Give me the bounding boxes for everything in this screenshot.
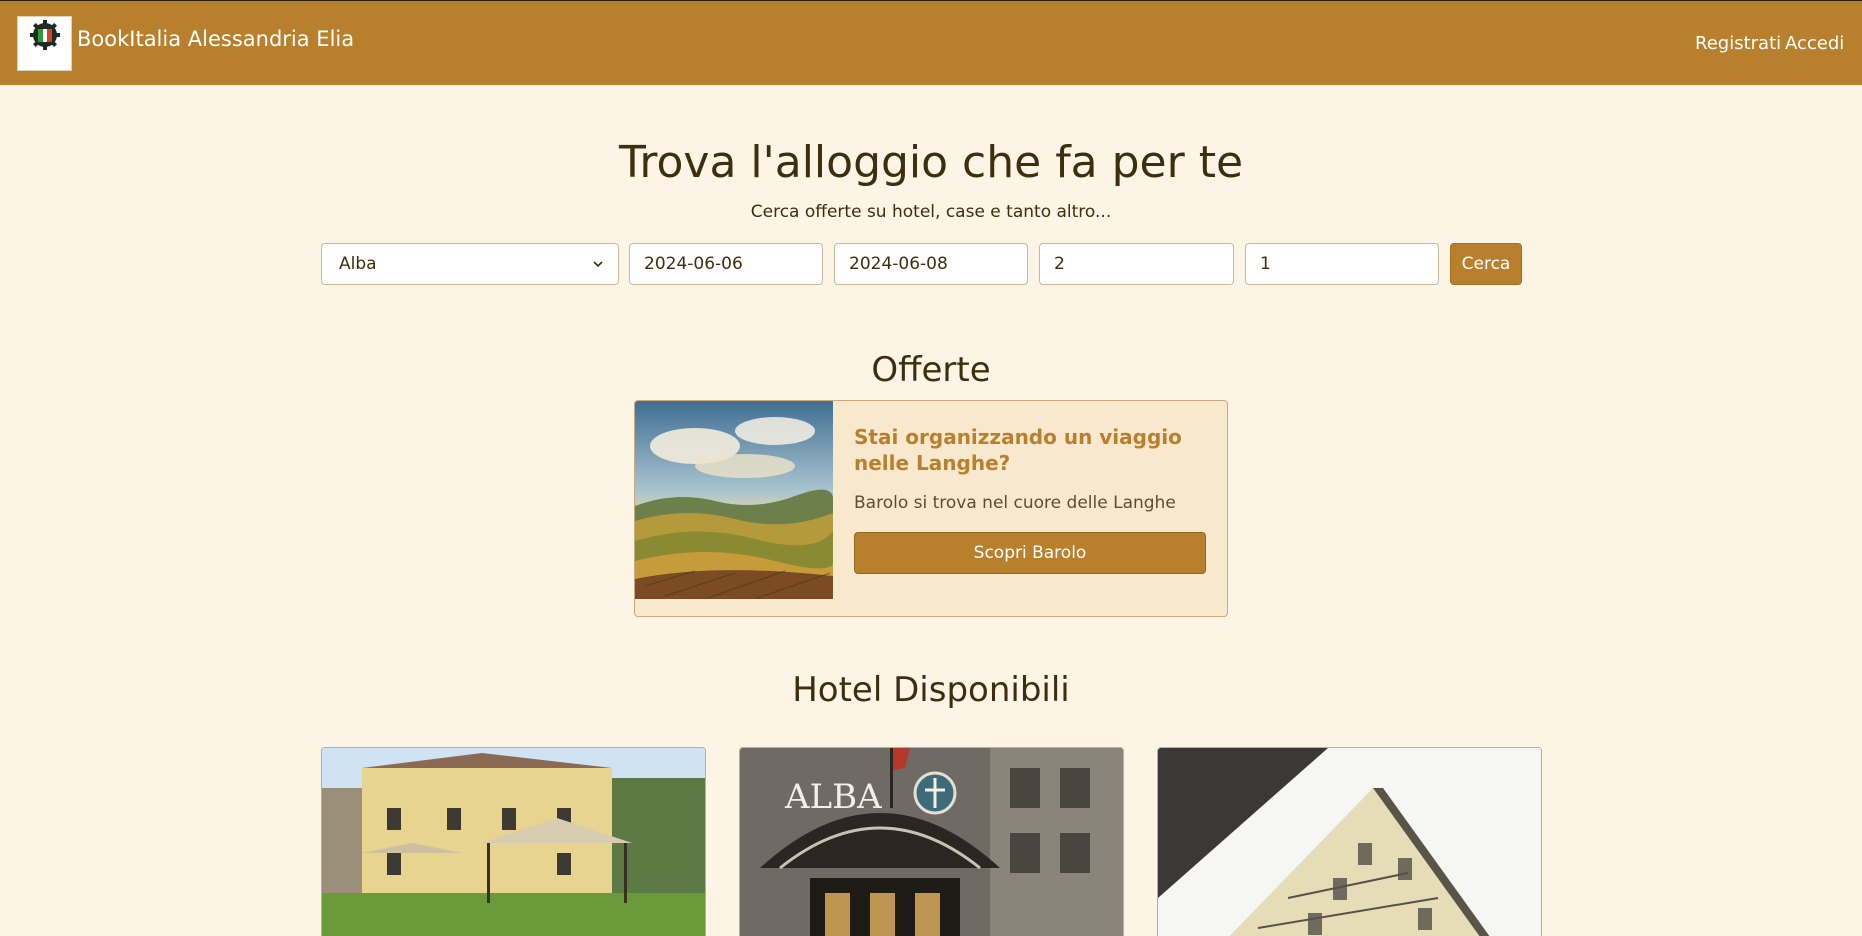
adults-input[interactable]: 2	[1039, 243, 1234, 285]
offer-text: Barolo si trova nel cuore delle Langhe	[854, 493, 1176, 513]
checkin-date-input[interactable]: 2024-06-06	[629, 243, 823, 285]
logo-icon	[18, 17, 71, 70]
search-button[interactable]: Cerca	[1450, 243, 1522, 285]
login-link[interactable]: Accedi	[1785, 33, 1844, 54]
hotel-card[interactable]	[1157, 747, 1542, 936]
hero-subtitle: Cerca offerte su hotel, case e tanto alt…	[750, 202, 1112, 222]
offer-image	[635, 401, 833, 599]
hero-title: Trova l'alloggio che fa per te	[618, 137, 1244, 188]
city-select[interactable]: Alba	[321, 243, 619, 285]
offer-title: Stai organizzando un viaggio nelle Langh…	[854, 425, 1182, 475]
svg-text:ALBA: ALBA	[784, 777, 882, 817]
register-link[interactable]: Registrati	[1695, 33, 1781, 54]
hotel-card[interactable]	[321, 747, 706, 936]
offers-section-title: Offerte	[871, 350, 991, 390]
brand-logo[interactable]	[17, 16, 72, 71]
checkout-date-input[interactable]: 2024-06-08	[834, 243, 1028, 285]
hotels-section-title: Hotel Disponibili	[792, 670, 1070, 710]
chevron-down-icon	[593, 261, 603, 268]
hotel-card[interactable]: ALBA	[739, 747, 1124, 936]
brand-name[interactable]: BookItalia Alessandria Elia	[77, 27, 354, 51]
city-select-value: Alba	[339, 254, 377, 274]
discover-barolo-button[interactable]: Scopri Barolo	[854, 532, 1206, 574]
hotel-image	[1158, 748, 1541, 936]
rooms-input[interactable]: 1	[1245, 243, 1439, 285]
offer-card: Stai organizzando un viaggio nelle Langh…	[634, 400, 1228, 617]
hotel-image	[322, 748, 705, 936]
navbar: BookItalia Alessandria Elia Registrati A…	[0, 0, 1862, 85]
hotel-image: ALBA	[740, 748, 1123, 936]
